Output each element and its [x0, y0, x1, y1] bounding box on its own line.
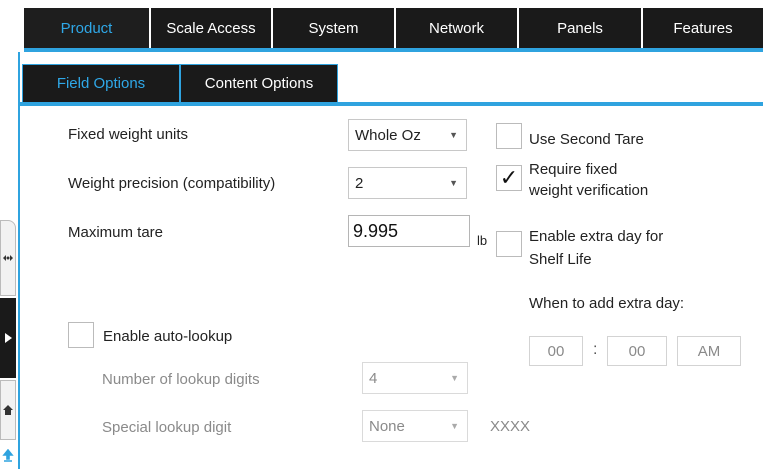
chevron-down-icon: ▼ [450, 373, 459, 383]
use-second-tare-checkbox[interactable] [496, 123, 522, 149]
max-tare-label: Maximum tare [68, 224, 164, 241]
lookup-digits-select[interactable]: 4 ▼ [362, 362, 468, 394]
extra-day-label-line2: Shelf Life [529, 251, 592, 268]
fixed-weight-value: Whole Oz [355, 126, 421, 144]
upload-icon[interactable] [0, 442, 16, 469]
auto-lookup-label: Enable auto-lookup [103, 328, 233, 345]
chevron-down-icon: ▼ [449, 130, 458, 140]
lookup-digits-label: Number of lookup digits [102, 371, 260, 388]
chevron-down-icon: ▼ [450, 421, 459, 431]
use-second-tare-label: Use Second Tare [529, 131, 644, 148]
hour-input[interactable]: 00 [529, 336, 583, 366]
sub-tab-bar: Field Options Content Options [22, 64, 338, 102]
extra-day-label-line1: Enable extra day for [529, 228, 664, 245]
require-fixed-checkbox[interactable]: ✓ [496, 165, 522, 191]
tab-features[interactable]: Features [643, 8, 763, 48]
sub-tab-underline [18, 102, 763, 106]
tab-content-options[interactable]: Content Options [180, 64, 338, 102]
max-tare-unit: lb [477, 233, 488, 248]
fixed-weight-label: Fixed weight units [68, 126, 189, 143]
side-dock [0, 220, 16, 469]
tab-system[interactable]: System [273, 8, 396, 48]
scale-icon[interactable] [0, 220, 16, 296]
special-digit-select[interactable]: None ▼ [362, 410, 468, 442]
tab-field-options[interactable]: Field Options [22, 64, 180, 102]
auto-lookup-checkbox[interactable] [68, 322, 94, 348]
chevron-down-icon: ▼ [449, 178, 458, 188]
extra-day-checkbox[interactable] [496, 231, 522, 257]
weight-precision-select[interactable]: 2 ▼ [348, 167, 467, 199]
top-tab-bar: Product Scale Access System Network Pane… [24, 8, 763, 48]
special-digit-label: Special lookup digit [102, 419, 232, 436]
require-fixed-label-line2: weight verification [529, 182, 649, 199]
weight-precision-value: 2 [355, 174, 364, 192]
max-tare-input[interactable]: 9.995 [348, 215, 470, 247]
tab-panels[interactable]: Panels [519, 8, 643, 48]
lookup-digits-value: 4 [369, 369, 378, 387]
content-panel [18, 52, 763, 469]
play-icon[interactable] [0, 298, 16, 378]
tab-scale-access[interactable]: Scale Access [151, 8, 273, 48]
home-icon[interactable] [0, 380, 16, 440]
weight-precision-label: Weight precision (compatibility) [68, 175, 276, 192]
when-extra-day-label: When to add extra day: [529, 295, 685, 312]
check-icon: ✓ [499, 165, 519, 190]
time-separator: : [593, 341, 598, 358]
tab-network[interactable]: Network [396, 8, 519, 48]
fixed-weight-select[interactable]: Whole Oz ▼ [348, 119, 467, 151]
special-digit-pattern: XXXX [490, 418, 531, 435]
require-fixed-label-line1: Require fixed [529, 161, 618, 178]
minute-input[interactable]: 00 [607, 336, 667, 366]
tab-product[interactable]: Product [24, 8, 151, 48]
special-digit-value: None [369, 417, 405, 435]
ampm-toggle[interactable]: AM [677, 336, 741, 366]
